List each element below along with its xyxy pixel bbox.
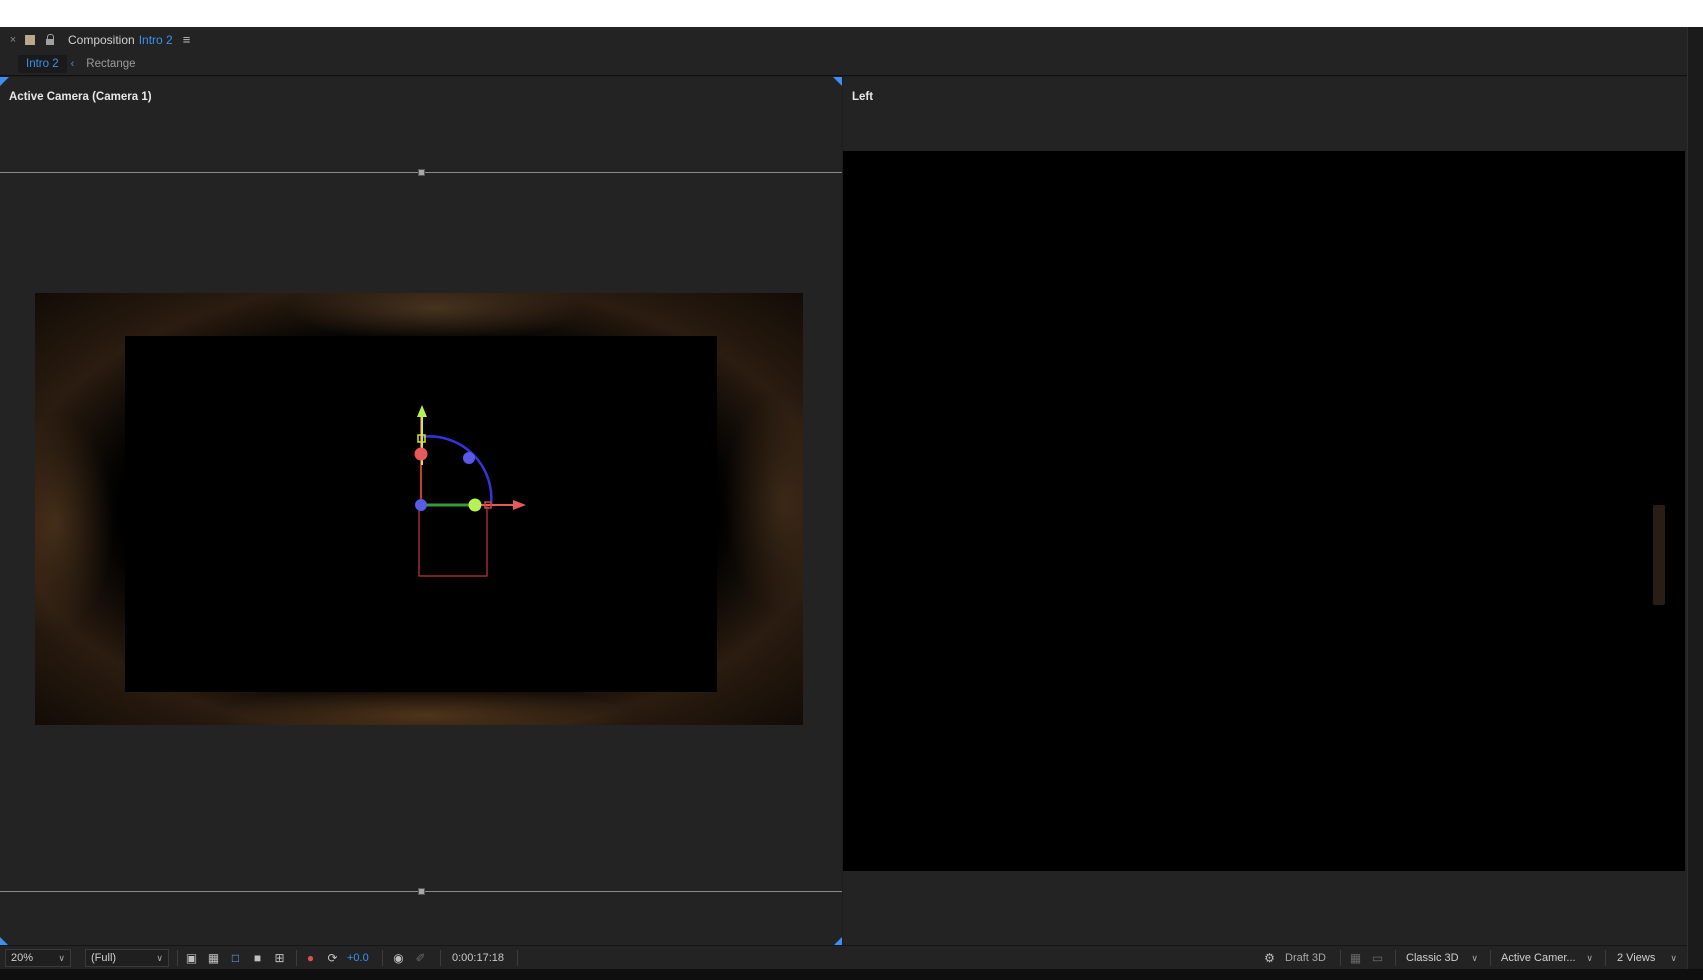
ground-plane-icon[interactable]: ▦	[1348, 950, 1363, 965]
views-layout-dropdown[interactable]: 2 Views ∨	[1611, 949, 1683, 967]
toolbar-divider	[1395, 950, 1396, 966]
transparency-grid-icon[interactable]: ▦	[206, 950, 221, 965]
left-view-canvas[interactable]	[843, 151, 1685, 871]
renderer-value: Classic 3D	[1406, 952, 1459, 964]
close-icon[interactable]: ×	[6, 34, 20, 46]
reset-exposure-icon[interactable]: ⟳	[325, 950, 340, 965]
draft3d-icon[interactable]: ⚙	[1262, 950, 1277, 965]
toolbar-divider	[517, 950, 518, 966]
breadcrumb: Intro 2 ‹ Rectange	[0, 52, 1687, 76]
viewer-toolbar: 20% ∨ (Full) ∨ ▣ ▦ □ ■ ⊞ ● ⟳ +0.0 ◉ ✐ 0:…	[0, 945, 1687, 969]
renderer-dropdown[interactable]: Classic 3D ∨	[1400, 949, 1484, 967]
views-layout-value: 2 Views	[1617, 952, 1656, 964]
toolbar-divider	[1605, 950, 1606, 966]
x-rotation-handle[interactable]	[414, 447, 428, 461]
composition-frame[interactable]	[35, 293, 803, 725]
resolution-dropdown[interactable]: (Full) ∨	[85, 949, 169, 967]
y-axis-arrow-icon[interactable]	[417, 405, 427, 417]
toolbar-divider	[177, 950, 178, 966]
chevron-down-icon: ∨	[1471, 953, 1478, 963]
panel-title-prefix: Composition	[68, 32, 135, 47]
toolbar-divider	[1340, 950, 1341, 966]
panel-title-comp[interactable]: Intro 2	[139, 33, 173, 47]
show-snapshot-icon[interactable]: ✐	[413, 950, 428, 965]
region-of-interest-icon[interactable]: □	[228, 950, 243, 965]
bottom-strip	[0, 969, 1703, 980]
active-camera-view[interactable]: Active Camera (Camera 1)	[0, 77, 842, 946]
transform-gizmo[interactable]	[35, 293, 803, 725]
fast-previews-icon[interactable]: ▣	[184, 950, 199, 965]
chevron-down-icon: ∨	[58, 953, 65, 963]
y-rotation-handle[interactable]	[468, 498, 482, 512]
top-guide-handle[interactable]	[418, 169, 425, 176]
layer-bounds[interactable]	[418, 504, 488, 577]
breadcrumb-item-rectange[interactable]: Rectange	[86, 58, 135, 70]
view-corner-marker	[833, 77, 842, 86]
panel-edge	[1687, 27, 1703, 969]
chevron-left-icon[interactable]: ‹	[71, 58, 75, 70]
camera-view-dropdown[interactable]: Active Camer... ∨	[1495, 949, 1599, 967]
x-axis-arrow-icon[interactable]	[513, 500, 526, 510]
anchor-point-handle[interactable]	[415, 499, 427, 511]
toolbar-divider	[440, 950, 441, 966]
view-label-active-camera: Active Camera (Camera 1)	[9, 91, 152, 103]
grid-guides-icon[interactable]: ⊞	[272, 950, 287, 965]
view-corner-marker	[0, 77, 9, 86]
label-color-swatch[interactable]	[25, 34, 35, 45]
left-view[interactable]: Left	[843, 77, 1687, 945]
rotation-arc[interactable]	[420, 435, 493, 506]
chevron-down-icon: ∨	[156, 953, 163, 963]
view-label-left: Left	[852, 91, 874, 103]
toolbar-divider	[296, 950, 297, 966]
menu-icon[interactable]: ≡	[183, 32, 191, 47]
chevron-down-icon: ∨	[1670, 953, 1677, 963]
draft3d-label[interactable]: Draft 3D	[1285, 950, 1326, 966]
chevron-down-icon: ∨	[1586, 953, 1593, 963]
breadcrumb-item-intro-2[interactable]: Intro 2	[18, 54, 67, 73]
zoom-value: 20%	[11, 952, 34, 964]
zoom-dropdown[interactable]: 20% ∨	[5, 949, 71, 967]
color-channel-icon[interactable]: ●	[303, 950, 318, 965]
resolution-value: (Full)	[91, 952, 117, 964]
lock-icon[interactable]	[45, 33, 55, 45]
extended-viewer-icon[interactable]: ▭	[1370, 950, 1385, 965]
composition-panel: × Composition Intro 2 ≡ Intro 2 ‹ Rectan…	[0, 27, 1703, 980]
snapshot-icon[interactable]: ◉	[391, 950, 406, 965]
bottom-guide-handle[interactable]	[418, 888, 425, 895]
panel-header: × Composition Intro 2 ≡	[0, 27, 1687, 52]
vertical-scrollbar[interactable]	[1653, 505, 1665, 605]
timecode[interactable]: 0:00:17:18	[452, 950, 504, 966]
exposure-value[interactable]: +0.0	[347, 950, 369, 966]
z-rotation-handle[interactable]	[463, 452, 475, 464]
toolbar-divider	[382, 950, 383, 966]
mask-visibility-icon[interactable]: ■	[250, 950, 265, 965]
toolbar-divider	[1490, 950, 1491, 966]
camera-view-value: Active Camer...	[1501, 952, 1576, 964]
